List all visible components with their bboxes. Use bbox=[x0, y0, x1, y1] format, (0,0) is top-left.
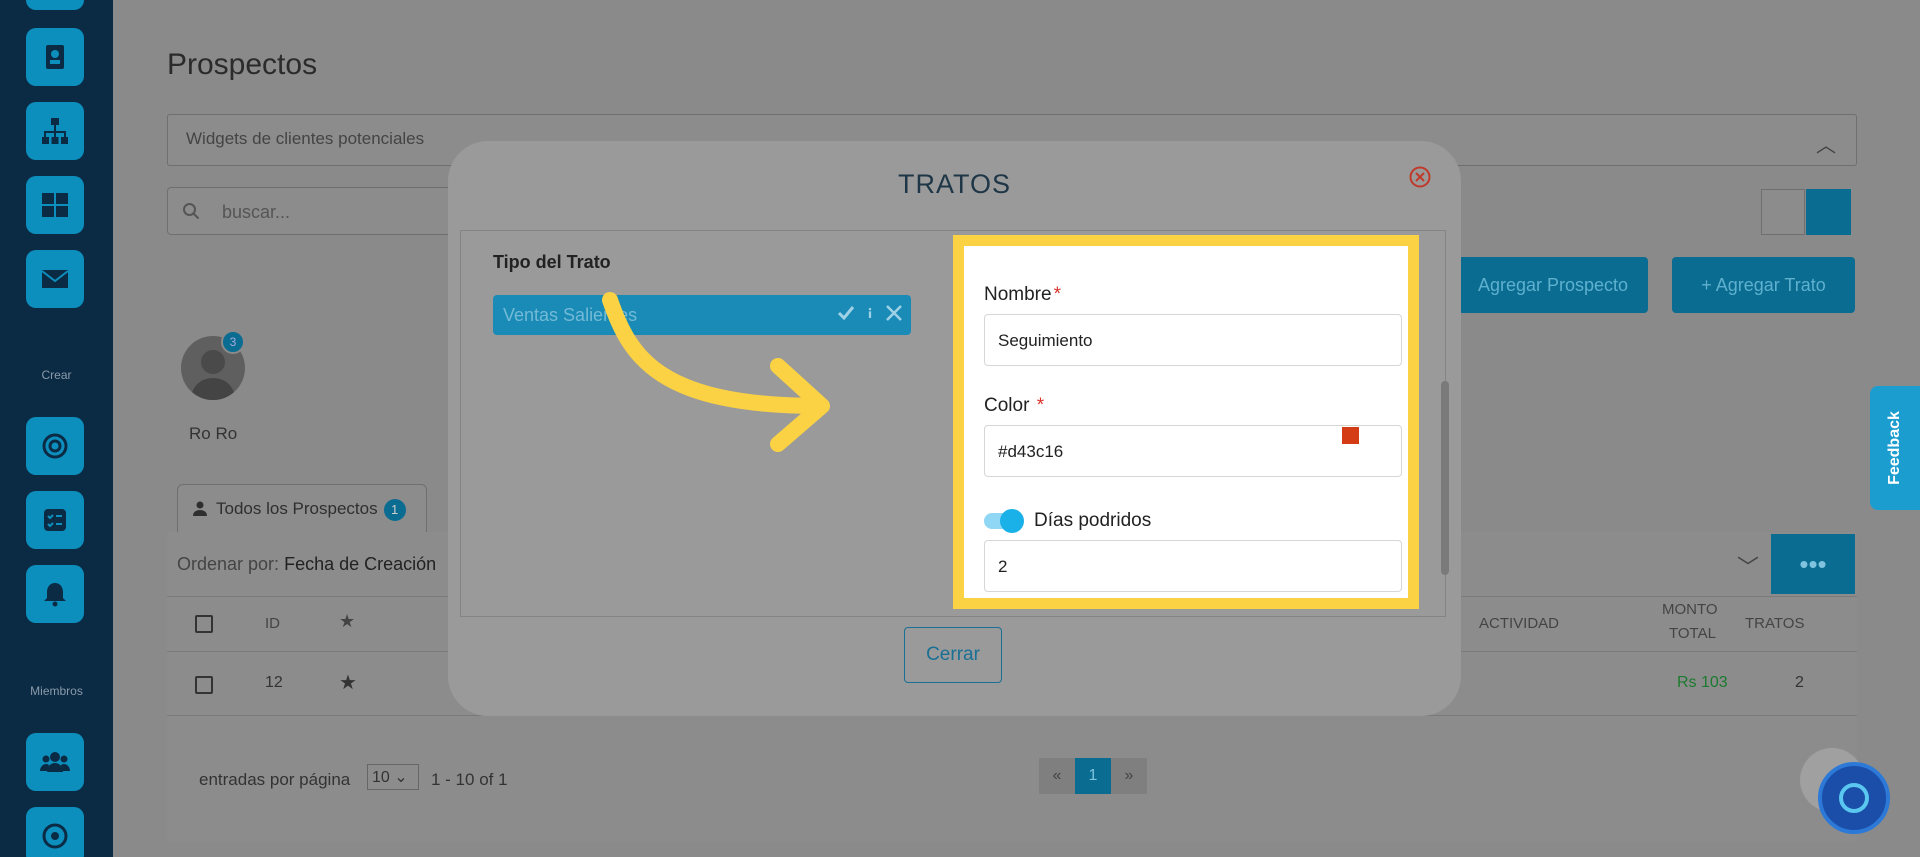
list-view-button[interactable] bbox=[1806, 189, 1851, 235]
nombre-field[interactable]: Seguimiento bbox=[984, 314, 1402, 366]
org-chart-icon[interactable] bbox=[26, 102, 84, 160]
chat-launcher-icon[interactable] bbox=[1818, 762, 1890, 834]
color-label: Color * bbox=[984, 395, 1044, 417]
pagination-row: entradas por página 10 ⌄ 1 - 10 of 1 bbox=[167, 742, 1857, 802]
pager-current[interactable]: 1 bbox=[1075, 758, 1111, 794]
column-tratos[interactable]: TRATOS bbox=[1745, 615, 1804, 632]
range-text: 1 - 10 of 1 bbox=[431, 770, 508, 789]
add-prospecto-button[interactable]: Agregar Prospecto bbox=[1458, 257, 1648, 313]
sort-prefix: Ordenar por: bbox=[177, 554, 280, 574]
column-id[interactable]: ID bbox=[265, 615, 280, 632]
star-icon[interactable]: ★ bbox=[339, 611, 355, 632]
color-swatch[interactable] bbox=[1342, 427, 1359, 444]
dias-podridos-toggle[interactable] bbox=[984, 509, 1024, 533]
annotation-arrow-icon bbox=[602, 292, 830, 452]
contact-card-icon[interactable] bbox=[26, 28, 84, 86]
modal-title: TRATOS bbox=[897, 169, 1011, 199]
sort-value: Fecha de Creación bbox=[284, 554, 437, 574]
sidebar-section-miembros: Miembros bbox=[30, 684, 83, 698]
close-icon[interactable] bbox=[1408, 165, 1432, 189]
dias-podridos-field[interactable]: 2 bbox=[984, 540, 1402, 592]
pager-prev[interactable]: « bbox=[1039, 758, 1075, 794]
avatar-count-badge: 3 bbox=[221, 330, 245, 354]
info-icon[interactable] bbox=[865, 303, 875, 323]
row-id: 12 bbox=[265, 674, 283, 691]
tab-label: Todos los Prospectos bbox=[216, 499, 378, 518]
modal-scrollbar[interactable] bbox=[1441, 381, 1449, 575]
delete-x-icon[interactable] bbox=[885, 303, 903, 323]
users-icon[interactable] bbox=[26, 733, 84, 791]
per-page-select[interactable]: 10 ⌄ bbox=[367, 764, 419, 790]
widgets-label: Widgets de clientes potenciales bbox=[186, 129, 425, 148]
row-checkbox[interactable] bbox=[195, 676, 213, 694]
required-mark: * bbox=[1036, 395, 1045, 416]
mail-icon[interactable] bbox=[26, 250, 84, 308]
tipo-trato-label: Tipo del Trato bbox=[493, 252, 611, 272]
row-monto: Rs 103 bbox=[1677, 674, 1728, 691]
feedback-tab[interactable]: Feedback bbox=[1870, 386, 1920, 510]
dashboard-grid-icon[interactable] bbox=[26, 176, 84, 234]
required-mark: * bbox=[1053, 284, 1061, 305]
dias-podridos-label: Días podridos bbox=[1034, 510, 1152, 531]
tab-count-badge: 1 bbox=[383, 499, 406, 521]
search-placeholder: buscar... bbox=[222, 202, 291, 222]
tab-todos-prospectos[interactable]: Todos los Prospectos 1 bbox=[177, 484, 427, 532]
etapa-form: Nombre * Seguimiento Color * #d43c16 Días… bbox=[953, 235, 1419, 609]
per-page-label: entradas por página bbox=[199, 770, 351, 789]
per-page-value: 10 bbox=[372, 769, 390, 786]
page-title: Prospectos bbox=[167, 48, 318, 81]
star-icon[interactable]: ★ bbox=[339, 670, 357, 695]
column-monto-line1[interactable]: MONTO bbox=[1662, 601, 1718, 618]
sort-control[interactable]: Ordenar por: Fecha de Creación bbox=[177, 554, 436, 575]
add-trato-button[interactable]: + Agregar Trato bbox=[1672, 257, 1855, 313]
feedback-label: Feedback bbox=[1886, 411, 1903, 485]
chevron-up-icon[interactable]: ︿ bbox=[1816, 129, 1836, 158]
kanban-view-button[interactable] bbox=[1761, 189, 1805, 235]
nombre-label-text: Nombre bbox=[984, 284, 1052, 305]
select-all-checkbox[interactable] bbox=[195, 615, 213, 633]
ellipsis-icon[interactable]: ••• bbox=[1771, 534, 1855, 594]
color-field[interactable]: #d43c16 bbox=[984, 425, 1402, 477]
target-icon[interactable] bbox=[26, 417, 84, 475]
sidebar: Crear Miembros bbox=[0, 0, 113, 857]
pager-next[interactable]: » bbox=[1111, 758, 1147, 794]
view-toggle bbox=[1761, 189, 1851, 235]
settings-target-icon[interactable] bbox=[26, 807, 84, 857]
cerrar-button[interactable]: Cerrar bbox=[904, 627, 1002, 683]
bell-icon[interactable] bbox=[26, 565, 84, 623]
color-label-text: Color bbox=[984, 395, 1030, 416]
nombre-label: Nombre * bbox=[984, 284, 1061, 306]
checklist-icon[interactable] bbox=[26, 491, 84, 549]
chevron-down-icon[interactable]: ﹀ bbox=[1737, 550, 1759, 582]
sidebar-top-button[interactable] bbox=[26, 0, 84, 10]
sidebar-section-crear: Crear bbox=[41, 368, 72, 382]
user-icon bbox=[193, 501, 207, 516]
row-tratos: 2 bbox=[1795, 674, 1804, 691]
search-icon bbox=[183, 203, 200, 220]
column-actividad[interactable]: ACTIVIDAD bbox=[1479, 615, 1559, 632]
column-monto-line2[interactable]: TOTAL bbox=[1669, 625, 1716, 642]
avatar-name: Ro Ro bbox=[189, 424, 238, 443]
